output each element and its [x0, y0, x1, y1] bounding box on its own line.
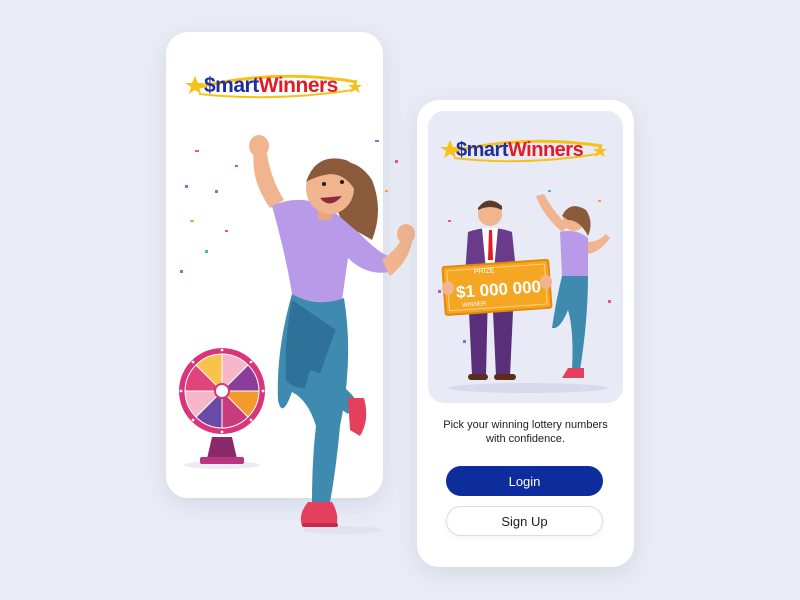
celebrating-woman-illustration: [249, 135, 415, 534]
logo-prefix-2: $mart: [456, 139, 508, 161]
signup-button[interactable]: Sign Up: [446, 506, 603, 536]
logo-suffix-2: Winners: [507, 139, 584, 161]
tagline-line-2: with confidence.: [486, 433, 565, 445]
logo-suffix: Winners: [258, 74, 339, 97]
app-logo: $martWinners: [204, 74, 338, 98]
tagline-line-1: Pick your winning lottery numbers: [443, 419, 608, 431]
app-logo-2: $martWinners: [456, 139, 584, 162]
tagline: Pick your winning lottery numbers with c…: [417, 418, 634, 446]
prize-check-label: PRIZE: [473, 267, 495, 276]
login-button[interactable]: Login: [446, 466, 603, 496]
logo-prefix: $mart: [204, 74, 259, 97]
